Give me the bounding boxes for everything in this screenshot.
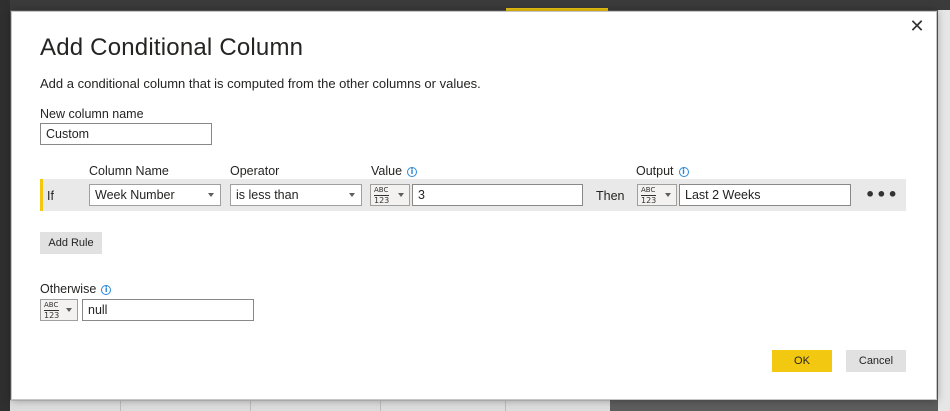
operator-select[interactable]: is less than [230, 184, 362, 206]
dialog-title: Add Conditional Column [40, 34, 304, 61]
chevron-down-icon [208, 193, 214, 197]
add-conditional-column-dialog: ✕ Add Conditional Column Add a condition… [11, 11, 937, 400]
column-name-select[interactable]: Week Number [89, 184, 221, 206]
then-label: Then [596, 189, 625, 203]
otherwise-label: Otherwise [40, 282, 97, 296]
ellipsis-icon[interactable]: ••• [865, 185, 899, 204]
ok-button[interactable]: OK [772, 350, 832, 372]
background-right-panel [938, 10, 950, 411]
dialog-subtitle: Add a conditional column that is compute… [40, 76, 481, 91]
otherwise-label-group: Otherwise i [40, 282, 112, 296]
value-input[interactable]: 3 [412, 184, 583, 206]
add-rule-button[interactable]: Add Rule [40, 232, 102, 254]
rule-row-marker [40, 179, 43, 211]
column-name-value: Week Number [95, 188, 175, 202]
info-icon[interactable]: i [678, 167, 689, 177]
close-icon[interactable]: ✕ [908, 18, 926, 36]
value-type-button[interactable]: ABC 123 [370, 184, 410, 206]
otherwise-type-button[interactable]: ABC 123 [40, 299, 78, 321]
any-type-icon-number: 123 [44, 310, 60, 320]
background-app-bar [0, 0, 950, 10]
background-left-strip [0, 0, 10, 411]
if-label: If [47, 189, 54, 203]
operator-value: is less than [236, 188, 299, 202]
output-type-button[interactable]: ABC 123 [637, 184, 677, 206]
any-type-icon: ABC [374, 186, 389, 194]
chevron-down-icon [349, 193, 355, 197]
background-grid-cell [380, 401, 381, 411]
any-type-icon: ABC [641, 186, 656, 194]
background-grid-cell [120, 401, 121, 411]
chevron-down-icon [66, 308, 72, 312]
info-icon[interactable]: i [101, 285, 112, 295]
new-column-name-input[interactable]: Custom [40, 123, 212, 145]
background-grid-cell [250, 401, 251, 411]
chevron-down-icon [398, 193, 404, 197]
cancel-button[interactable]: Cancel [846, 350, 906, 372]
value-header: Value [371, 164, 403, 178]
background-dark-band [610, 400, 938, 411]
output-header: Output [636, 164, 674, 178]
info-icon[interactable]: i [407, 167, 418, 177]
output-input[interactable]: Last 2 Weeks [679, 184, 851, 206]
any-type-icon-number: 123 [641, 195, 657, 205]
new-column-name-label: New column name [40, 107, 144, 121]
column-name-header: Column Name [89, 164, 169, 178]
background-grid-cell [505, 401, 506, 411]
any-type-icon: ABC [44, 301, 59, 309]
output-header-group: Output i [636, 164, 689, 178]
value-header-group: Value i [371, 164, 418, 178]
rule-row: If Week Number is less than ABC 123 3 Th… [40, 179, 906, 211]
otherwise-input[interactable]: null [82, 299, 254, 321]
operator-header: Operator [230, 164, 280, 178]
any-type-icon-number: 123 [374, 195, 390, 205]
chevron-down-icon [665, 193, 671, 197]
